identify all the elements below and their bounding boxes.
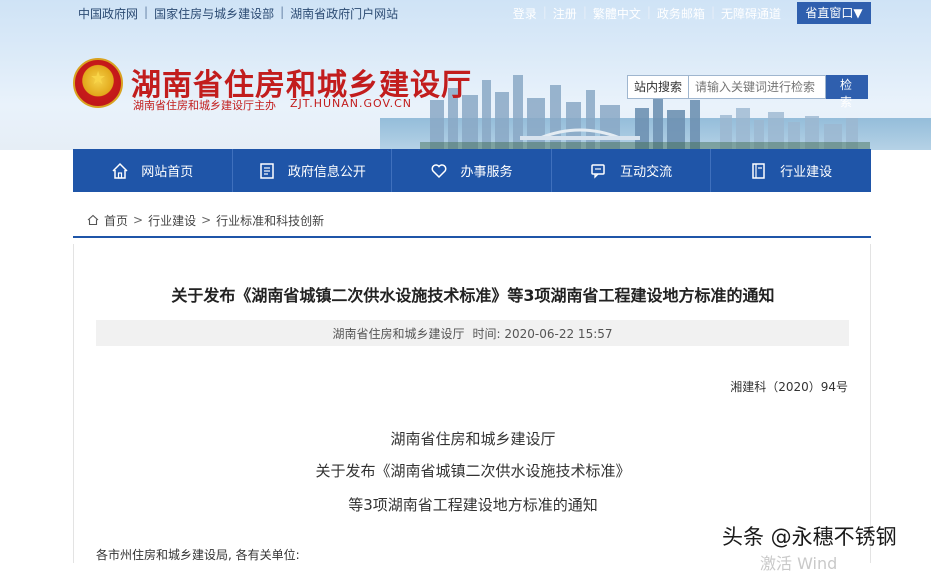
- nav-services-label: 办事服务: [460, 165, 513, 180]
- nav-services[interactable]: 办事服务: [392, 149, 552, 192]
- header-banner: 中国政府网 | 国家住房与城乡建设部 | 湖南省政府门户网站 登录 | 注册 |…: [0, 0, 931, 150]
- dept-window-dropdown[interactable]: 省直窗口▼: [797, 2, 871, 24]
- breadcrumb-home[interactable]: 首页: [104, 212, 128, 229]
- breadcrumb-standards[interactable]: 行业标准和科技创新: [216, 212, 324, 229]
- user-links: 登录 | 注册 | 繁體中文 | 政务邮箱 | 无障碍通道: [512, 5, 781, 22]
- register-link[interactable]: 注册: [553, 5, 577, 22]
- search-label: 站内搜索: [627, 75, 689, 99]
- login-link[interactable]: 登录: [513, 5, 537, 22]
- heading-line-2: 关于发布《湖南省城镇二次供水设施技术标准》: [315, 462, 631, 480]
- nav-gov-info-label: 政府信息公开: [287, 165, 366, 180]
- article-time: 2020-06-22 15:57: [504, 326, 613, 341]
- chat-icon: [591, 163, 605, 179]
- site-sponsor: 湖南省住房和城乡建设厅主办: [133, 99, 276, 112]
- top-bar: 中国政府网 | 国家住房与城乡建设部 | 湖南省政府门户网站 登录 | 注册 |…: [0, 0, 931, 26]
- nav-industry-label: 行业建设: [780, 165, 833, 180]
- heart-icon: [432, 163, 447, 178]
- nav-home[interactable]: 网站首页: [73, 149, 233, 192]
- search-input[interactable]: [689, 75, 826, 99]
- home-icon: [87, 214, 99, 226]
- accessibility-link[interactable]: 无障碍通道: [721, 5, 781, 22]
- article-source: 湖南省住房和城乡建设厅: [332, 326, 465, 341]
- nav-industry[interactable]: 行业建设: [711, 149, 871, 192]
- link-gov-portal[interactable]: 中国政府网: [78, 5, 138, 22]
- site-search: 站内搜索 检 索: [627, 75, 868, 109]
- search-button[interactable]: 检 索: [826, 75, 868, 109]
- home-icon: [112, 162, 128, 179]
- site-url: ZJT.HUNAN.GOV.CN: [290, 97, 412, 110]
- nav-gov-info[interactable]: 政府信息公开: [233, 149, 393, 192]
- traditional-chinese-link[interactable]: 繁體中文: [593, 5, 641, 22]
- national-emblem-logo: ★: [73, 58, 123, 108]
- external-links: 中国政府网 | 国家住房与城乡建设部 | 湖南省政府门户网站: [78, 5, 399, 22]
- article-meta: 湖南省住房和城乡建设厅 时间: 2020-06-22 15:57: [96, 320, 849, 346]
- salutation: 各市州住房和城乡建设局, 各有关单位:: [96, 548, 300, 562]
- article: 关于发布《湖南省城镇二次供水设施技术标准》等3项湖南省工程建设地方标准的通知 湖…: [73, 244, 871, 563]
- heading-line-3: 等3项湖南省工程建设地方标准的通知: [348, 496, 598, 514]
- book-icon: [752, 162, 765, 179]
- main-nav: 网站首页 政府信息公开 办事服务 互动交流 行业建设: [73, 149, 871, 192]
- breadcrumb-industry[interactable]: 行业建设: [148, 212, 196, 229]
- nav-home-label: 网站首页: [141, 165, 194, 180]
- breadcrumb: 首页 > 行业建设 > 行业标准和科技创新: [73, 204, 871, 238]
- toutiao-watermark: 头条 @永穗不锈钢: [722, 525, 897, 549]
- link-ministry[interactable]: 国家住房与城乡建设部: [154, 5, 274, 22]
- nav-interaction[interactable]: 互动交流: [552, 149, 712, 192]
- activate-windows-watermark: 激活 Wind: [760, 554, 838, 573]
- city-skyline-image: [420, 75, 870, 150]
- gov-mail-link[interactable]: 政务邮箱: [657, 5, 705, 22]
- document-icon: [260, 162, 274, 179]
- heading-line-1: 湖南省住房和城乡建设厅: [390, 430, 556, 448]
- link-province-portal[interactable]: 湖南省政府门户网站: [290, 5, 398, 22]
- document-number: 湘建科（2020）94号: [730, 380, 848, 394]
- article-title: 关于发布《湖南省城镇二次供水设施技术标准》等3项湖南省工程建设地方标准的通知: [171, 286, 775, 305]
- nav-interaction-label: 互动交流: [620, 165, 673, 180]
- article-time-label: 时间:: [472, 326, 501, 341]
